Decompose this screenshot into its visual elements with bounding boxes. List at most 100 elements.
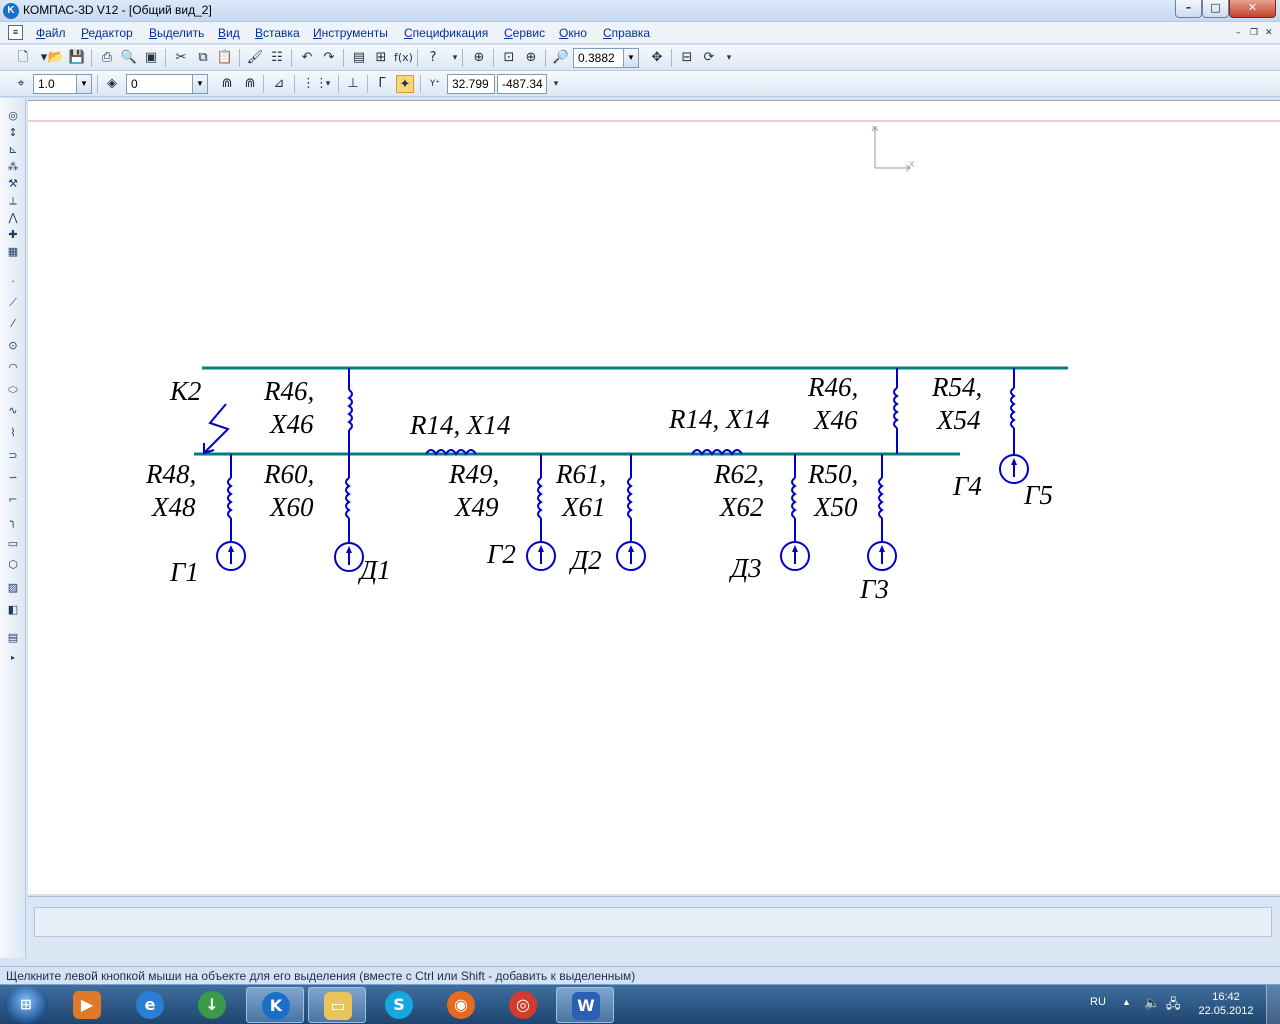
step-cursor-icon[interactable]: ⌖ [12, 75, 30, 93]
spline-tool-icon[interactable]: ∿ [5, 403, 21, 419]
properties-panel-area[interactable] [34, 907, 1272, 937]
mdi-restore-icon[interactable]: ❐ [1250, 28, 1258, 38]
circle-tool-icon[interactable]: ⊙ [5, 338, 21, 354]
paste-special-icon[interactable]: ▣ [142, 49, 160, 67]
measure-panel-icon[interactable]: ⟂ [5, 193, 21, 209]
spec-panel-icon[interactable]: ✚ [5, 227, 21, 243]
menu-help[interactable]: Справка [603, 26, 650, 40]
orthogonal-icon[interactable]: Γ [373, 75, 391, 93]
print-icon[interactable]: ⎙ [98, 49, 116, 67]
menu-select[interactable]: Выделить [149, 26, 204, 40]
cursor-step-field[interactable]: 1.0 [33, 74, 77, 94]
parametrization-panel-icon[interactable]: ⚒ [5, 176, 21, 192]
pan-icon[interactable]: ✥ [648, 49, 666, 67]
paste-icon[interactable]: 📋 [216, 49, 234, 67]
taskbar-media-player[interactable]: ▶ [58, 987, 116, 1023]
point-tool-icon[interactable]: · [5, 274, 21, 290]
auxiliary-line-icon[interactable]: ⟋ [5, 295, 21, 311]
local-snap-icon[interactable]: ⋒ [241, 75, 259, 93]
bezier-tool-icon[interactable]: ∽ [5, 470, 21, 486]
polygon-tool-icon[interactable]: ⬡ [5, 557, 21, 573]
minimize-button[interactable]: – [1175, 0, 1202, 18]
menu-specification[interactable]: Спецификация [404, 26, 488, 40]
grid-dropdown-icon[interactable]: ▾ [319, 75, 337, 93]
open-folder-icon[interactable]: 📂 [47, 49, 65, 67]
mdi-close-icon[interactable]: ✕ [1265, 28, 1273, 38]
menu-view[interactable]: Вид [218, 26, 240, 40]
zoom-window-icon[interactable]: ⊡ [500, 49, 518, 67]
close-button[interactable]: ✕ [1229, 0, 1276, 18]
collection-tool-icon[interactable]: ▤ [5, 630, 21, 646]
polyline-tool-icon[interactable]: ⌇ [5, 425, 21, 441]
fill-tool-icon[interactable]: ◧ [5, 602, 21, 618]
menu-file[interactable]: Файл [36, 26, 66, 40]
zoom-all-icon[interactable]: ⊕ [470, 49, 488, 67]
edit-panel-icon[interactable]: ⁂ [5, 159, 21, 175]
select-panel-icon[interactable]: ⋀ [5, 210, 21, 226]
tray-expand-icon[interactable]: ▲ [1122, 997, 1131, 1007]
hatch-tool-icon[interactable]: ▨ [5, 580, 21, 596]
format-painter-icon[interactable]: 🖌 [246, 49, 264, 67]
cursor-y-field[interactable]: -487.34 [497, 74, 547, 94]
taskbar-kompas[interactable]: K [246, 987, 304, 1023]
volume-icon[interactable]: 🔈 [1144, 995, 1160, 1011]
toolbar-overflow-icon-2[interactable]: ▾ [720, 49, 738, 67]
manager-icon[interactable]: ▤ [350, 49, 368, 67]
arc-tool-icon[interactable]: ◠ [5, 360, 21, 376]
network-icon[interactable]: 🖧 [1166, 995, 1181, 1017]
segment-tool-icon[interactable]: ⁄ [5, 316, 21, 332]
save-icon[interactable]: 💾 [68, 49, 86, 67]
mdi-minimize-icon[interactable]: – [1236, 28, 1241, 38]
rebuild-icon[interactable]: ⊟ [678, 49, 696, 67]
zoom-in-icon[interactable]: ⊕ [522, 49, 540, 67]
toolbar-overflow-icon-3[interactable]: ▾ [547, 75, 565, 93]
menu-tools[interactable]: Инструменты [313, 26, 388, 40]
library-icon[interactable]: ⊞ [372, 49, 390, 67]
taskbar-download-manager[interactable]: ↓ [183, 987, 241, 1023]
redo-icon[interactable]: ↷ [320, 49, 338, 67]
taskbar-skype[interactable]: S [370, 987, 428, 1023]
cursor-x-field[interactable]: 32.799 [447, 74, 495, 94]
cursor-step-dropdown-icon[interactable]: ▼ [76, 74, 92, 94]
cut-icon[interactable]: ✂ [172, 49, 190, 67]
menu-window[interactable]: Окно [559, 26, 587, 40]
chamfer-tool-icon[interactable]: ⌐ [5, 492, 21, 508]
menu-service[interactable]: Сервис [504, 26, 545, 40]
fillet-tool-icon[interactable]: ╮ [5, 514, 21, 530]
taskbar-firefox[interactable]: ◉ [432, 987, 490, 1023]
grid-icon[interactable]: ⋮⋮ [302, 75, 328, 93]
variables-fx-icon[interactable]: f(x) [394, 49, 413, 67]
more-tools-icon[interactable]: ▸ [5, 650, 21, 666]
clock[interactable]: 16:42 22.05.2012 [1196, 990, 1256, 1018]
ortho-mode-icon[interactable]: ⊿ [270, 75, 288, 93]
taskbar-chrome[interactable]: ◎ [494, 987, 552, 1023]
start-button[interactable]: ⊞ [4, 986, 48, 1024]
designations-panel-icon[interactable]: ⊾ [5, 142, 21, 158]
new-document-icon[interactable]: 🗋 [14, 49, 32, 67]
reports-panel-icon[interactable]: ▦ [5, 244, 21, 260]
taskbar-explorer[interactable]: ▭ [308, 987, 366, 1023]
layer-dropdown-icon[interactable]: ▼ [192, 74, 208, 94]
print-preview-icon[interactable]: 🔍 [120, 49, 138, 67]
language-indicator[interactable]: RU [1090, 996, 1106, 1008]
ellipse-tool-icon[interactable]: ⬭ [5, 382, 21, 398]
drawing-canvas[interactable]: Y X К2 R46, X46 R14, X14 R14, X14 R46, X… [28, 100, 1280, 894]
help-cursor-icon[interactable]: ? [424, 49, 442, 67]
local-cs-icon[interactable]: ⊥ [344, 75, 362, 93]
document-icon[interactable]: ≡ [8, 25, 23, 40]
nurbs-tool-icon[interactable]: ⊃ [5, 448, 21, 464]
menu-insert[interactable]: Вставка [255, 26, 300, 40]
current-layer-field[interactable]: 0 [126, 74, 198, 94]
show-desktop-button[interactable] [1266, 985, 1280, 1024]
geometry-panel-icon[interactable]: ◎ [5, 108, 21, 124]
dimensions-panel-icon[interactable]: ↕ [5, 125, 21, 141]
parametric-mode-icon[interactable]: ✦ [396, 75, 414, 93]
snap-magnet-icon[interactable]: ⋒ [218, 75, 236, 93]
maximize-button[interactable]: □ [1202, 0, 1229, 18]
refresh-icon[interactable]: ⟳ [700, 49, 718, 67]
layers-icon[interactable]: ◈ [103, 75, 121, 93]
menu-editor[interactable]: Редактор [81, 26, 133, 40]
undo-icon[interactable]: ↶ [298, 49, 316, 67]
copy-icon[interactable]: ⧉ [194, 49, 212, 67]
taskbar-word[interactable]: W [556, 987, 614, 1023]
